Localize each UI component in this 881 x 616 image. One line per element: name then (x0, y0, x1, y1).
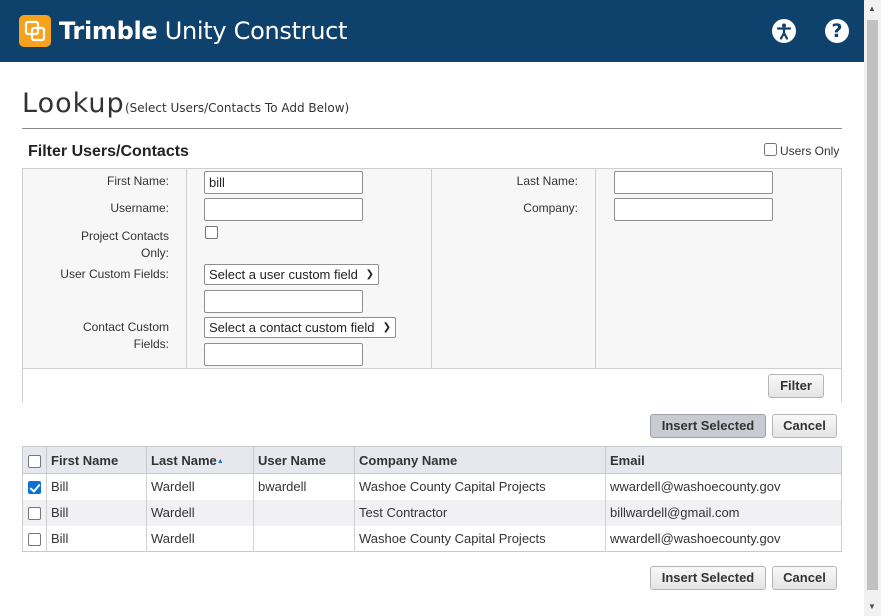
users-only-toggle[interactable]: Users Only (764, 143, 839, 158)
results-table: First Name Last Name▲ User Name Company … (22, 446, 842, 552)
last-name-label: Last Name: (516, 174, 578, 188)
cell-company-name: Washoe County Capital Projects (354, 525, 606, 552)
page-subtitle: (Select Users/Contacts To Add Below) (125, 101, 350, 115)
company-label: Company: (523, 201, 578, 215)
select-all-cell (22, 446, 47, 474)
app-title: Trimble Unity Construct (59, 17, 348, 45)
select-all-checkbox[interactable] (28, 454, 41, 468)
filter-button[interactable]: Filter (768, 374, 824, 398)
user-custom-field-select[interactable]: Select a user custom field ❯ (204, 264, 379, 285)
column-header-last-name[interactable]: Last Name▲ (146, 446, 254, 474)
app-header: Trimble Unity Construct ? (0, 0, 864, 62)
column-header-company-name[interactable]: Company Name (354, 446, 606, 474)
cell-user-name: bwardell (253, 473, 355, 500)
filter-heading: Filter Users/Contacts (28, 143, 189, 160)
cell-email: wwardell@washoecounty.gov (605, 525, 842, 552)
cell-first-name: Bill (46, 499, 147, 526)
row-checkbox[interactable] (28, 507, 41, 521)
cell-email: wwardell@washoecounty.gov (605, 473, 842, 500)
first-name-input[interactable] (204, 171, 363, 194)
insert-selected-button-top[interactable]: Insert Selected (650, 414, 766, 438)
users-only-label: Users Only (780, 144, 840, 158)
title-divider (22, 128, 842, 129)
help-icon[interactable]: ? (825, 19, 849, 43)
users-only-checkbox[interactable] (764, 143, 777, 156)
vertical-scrollbar[interactable]: ▲ ▼ (864, 0, 881, 616)
trimble-logo-icon (19, 15, 51, 47)
chevron-down-icon: ❯ (365, 269, 374, 280)
contact-custom-field-input[interactable] (204, 343, 363, 366)
project-contacts-checkbox[interactable] (205, 226, 218, 239)
column-header-first-name[interactable]: First Name (46, 446, 147, 474)
scroll-thumb[interactable] (867, 20, 878, 590)
insert-selected-button-bottom[interactable]: Insert Selected (650, 566, 766, 590)
page-title: Lookup (22, 88, 125, 119)
user-custom-fields-label: User Custom Fields: (60, 267, 169, 281)
username-input[interactable] (204, 198, 363, 221)
cell-company-name: Washoe County Capital Projects (354, 473, 606, 500)
cell-last-name: Wardell (146, 525, 254, 552)
cell-email: billwardell@gmail.com (605, 499, 842, 526)
project-contacts-label: Project Contacts Only: (80, 229, 169, 260)
user-custom-field-input[interactable] (204, 290, 363, 313)
cancel-button-bottom[interactable]: Cancel (772, 566, 837, 590)
cell-last-name: Wardell (146, 499, 254, 526)
company-input[interactable] (614, 198, 773, 221)
table-row[interactable]: Bill Wardell bwardell Washoe County Capi… (22, 473, 842, 500)
column-header-email[interactable]: Email (605, 446, 842, 474)
scroll-up-arrow-icon[interactable]: ▲ (868, 4, 876, 14)
last-name-input[interactable] (614, 171, 773, 194)
column-header-user-name[interactable]: User Name (253, 446, 355, 474)
filter-panel: First Name: Username: Project ContactsOn… (22, 168, 842, 402)
cell-last-name: Wardell (146, 473, 254, 500)
username-label: Username: (110, 201, 169, 215)
contact-custom-field-select[interactable]: Select a contact custom field ❯ (204, 317, 396, 338)
table-row[interactable]: Bill Wardell Washoe County Capital Proje… (22, 525, 842, 552)
row-select-cell (22, 499, 47, 526)
cell-company-name: Test Contractor (354, 499, 606, 526)
row-checkbox[interactable] (28, 532, 41, 546)
row-select-cell (22, 473, 47, 500)
scroll-down-arrow-icon[interactable]: ▼ (868, 602, 876, 612)
cell-user-name (253, 525, 355, 552)
row-checkbox[interactable] (28, 481, 41, 495)
cell-user-name (253, 499, 355, 526)
first-name-label: First Name: (106, 174, 169, 188)
chevron-down-icon: ❯ (382, 322, 391, 333)
cell-first-name: Bill (46, 473, 147, 500)
table-row[interactable]: Bill Wardell Test Contractor billwardell… (22, 499, 842, 526)
column-divider (431, 169, 432, 369)
table-header-row: First Name Last Name▲ User Name Company … (22, 446, 842, 474)
column-divider (595, 169, 596, 369)
cell-first-name: Bill (46, 525, 147, 552)
column-divider (186, 169, 187, 369)
accessibility-icon[interactable] (772, 19, 796, 43)
sort-ascending-icon: ▲ (216, 457, 224, 465)
filter-footer (23, 369, 841, 402)
row-select-cell (22, 525, 47, 552)
contact-custom-fields-label: Contact Custom Fields: (82, 320, 169, 351)
cancel-button-top[interactable]: Cancel (772, 414, 837, 438)
